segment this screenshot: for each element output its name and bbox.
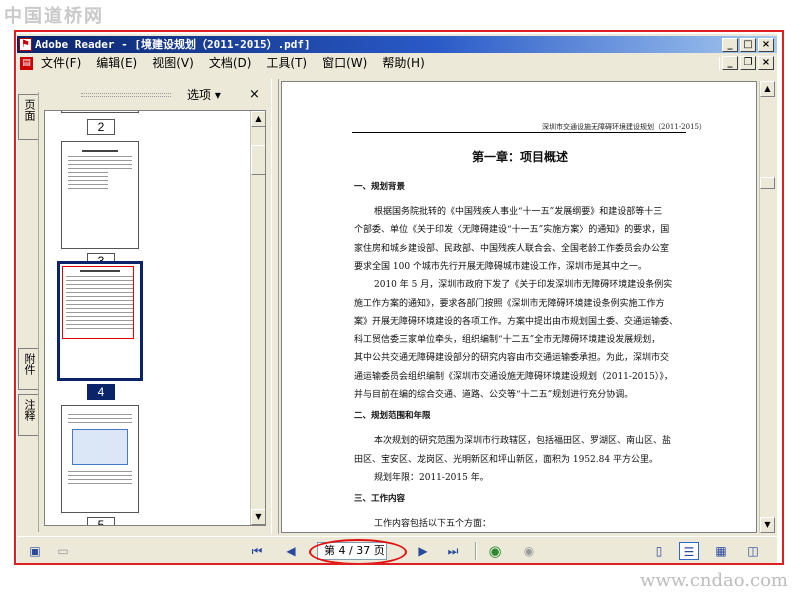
watermark-top: 中国道桥网 bbox=[4, 6, 104, 27]
watermark-bottom: www.cndao.com bbox=[640, 570, 788, 591]
red-highlight-frame bbox=[14, 30, 784, 565]
screenshot: 中国道桥网 www.cndao.com ⚑ Adobe Reader - [境建… bbox=[0, 0, 800, 600]
